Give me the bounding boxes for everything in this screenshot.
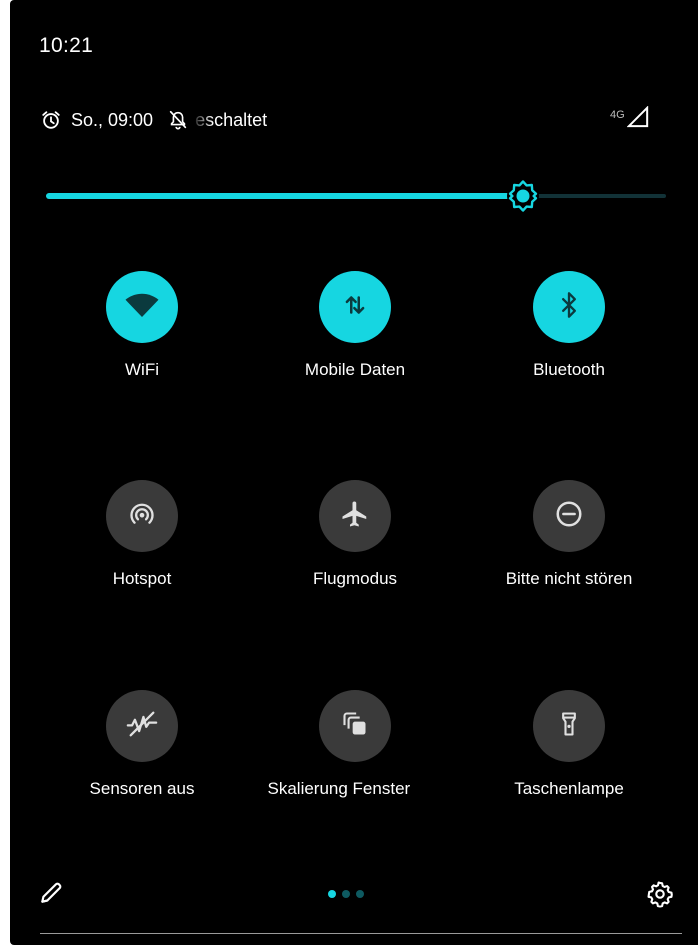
page-dot[interactable] xyxy=(356,890,364,898)
status-row: So., 09:00 eschaltet xyxy=(40,107,267,133)
tile-do-not-disturb-label: Bitte nicht stören xyxy=(505,569,633,588)
tile-airplane-mode[interactable]: Flugmodus xyxy=(255,480,455,591)
page-dot[interactable] xyxy=(328,890,336,898)
tile-bluetooth-label: Bluetooth xyxy=(533,360,605,379)
tile-bluetooth[interactable]: Bluetooth xyxy=(469,271,669,382)
gear-icon xyxy=(646,881,674,912)
brightness-slider[interactable] xyxy=(46,178,666,214)
brightness-thumb[interactable] xyxy=(505,178,541,214)
tile-mobile-data[interactable]: Mobile Daten xyxy=(255,271,455,382)
alarm-time[interactable]: So., 09:00 xyxy=(71,110,153,131)
flashlight-icon xyxy=(555,710,583,743)
edit-tiles-button[interactable] xyxy=(38,880,64,911)
brightness-fill xyxy=(46,193,524,199)
bell-off-icon xyxy=(167,109,189,131)
wifi-icon xyxy=(124,287,160,328)
tile-mobile-data-label: Mobile Daten xyxy=(304,360,406,379)
tile-flashlight-button[interactable] xyxy=(533,690,605,762)
tile-hotspot-label: Hotspot xyxy=(112,569,172,588)
tile-hotspot[interactable]: Hotspot xyxy=(42,480,242,591)
bluetooth-icon xyxy=(555,291,583,324)
mobile-data-icon xyxy=(340,290,370,325)
network-indicator: 4G xyxy=(610,105,649,133)
pencil-icon xyxy=(38,882,64,910)
tile-window-scaling-label: Skalierung Fenster xyxy=(267,779,411,798)
tile-flashlight[interactable]: Taschenlampe xyxy=(469,690,669,801)
tile-mobile-data-button[interactable] xyxy=(319,271,391,343)
network-type-label: 4G xyxy=(610,109,625,121)
tile-wifi[interactable]: WiFi xyxy=(42,271,242,382)
tile-sensors-off[interactable]: Sensoren aus xyxy=(42,690,242,801)
alarm-clock-icon xyxy=(40,109,62,131)
tile-bluetooth-button[interactable] xyxy=(533,271,605,343)
tile-wifi-label: WiFi xyxy=(125,360,159,379)
tile-sensors-off-button[interactable] xyxy=(106,690,178,762)
tile-do-not-disturb-button[interactable] xyxy=(533,480,605,552)
tile-airplane-mode-label: Flugmodus xyxy=(312,569,398,588)
tile-do-not-disturb[interactable]: Bitte nicht stören xyxy=(469,480,669,591)
dnd-status-text: eschaltet xyxy=(195,109,268,130)
tile-flashlight-label: Taschenlampe xyxy=(514,779,624,798)
quick-settings-panel: 10:21 So., 09:00 eschaltet 4G WiFi Mobil… xyxy=(10,0,698,945)
airplane-icon xyxy=(340,499,370,534)
tile-sensors-off-label: Sensoren aus xyxy=(89,779,195,798)
brightness-sun-icon xyxy=(505,180,541,218)
tile-wifi-button[interactable] xyxy=(106,271,178,343)
tile-window-scaling[interactable]: Skalierung Fenster xyxy=(255,690,455,801)
panel-bottom-divider xyxy=(40,933,682,934)
tile-window-scaling-button[interactable] xyxy=(319,690,391,762)
clock: 10:21 xyxy=(39,34,94,57)
sensors-off-icon xyxy=(125,707,159,746)
window-scaling-icon xyxy=(341,710,369,743)
do-not-disturb-icon xyxy=(554,499,584,534)
tile-hotspot-button[interactable] xyxy=(106,480,178,552)
page-indicator xyxy=(328,890,364,898)
settings-button[interactable] xyxy=(646,880,674,913)
signal-strength-icon xyxy=(626,105,649,133)
hotspot-icon xyxy=(128,500,156,533)
page-dot[interactable] xyxy=(342,890,350,898)
tile-airplane-mode-button[interactable] xyxy=(319,480,391,552)
